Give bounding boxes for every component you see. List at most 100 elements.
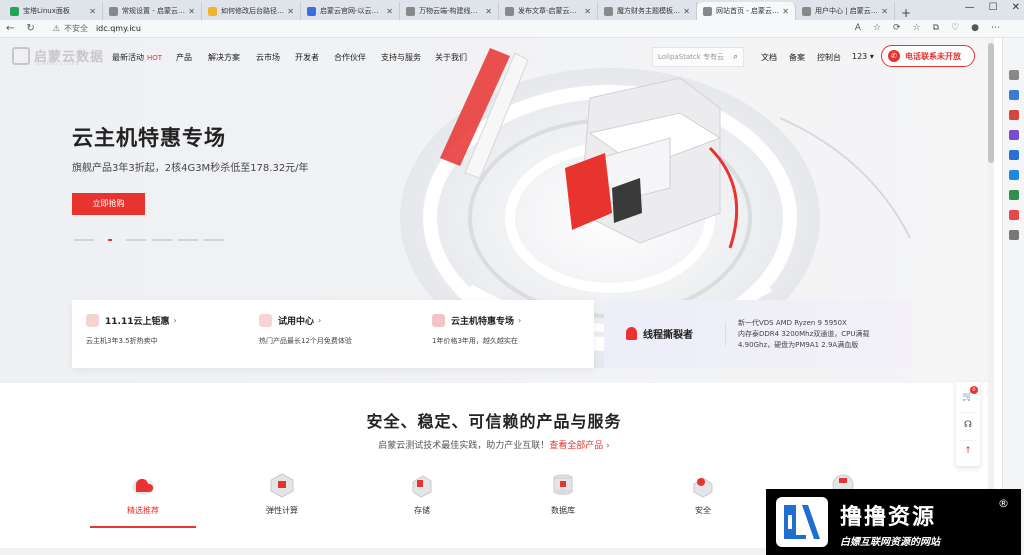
menu-item-solutions[interactable]: 解决方案 <box>208 52 240 63</box>
menu-item-activities[interactable]: 最新活动 HOT <box>112 52 162 63</box>
server-cube-icon <box>270 473 294 498</box>
products-subtitle-text: 启蒙云测试技术最佳实践，助力产业互联！ <box>378 441 550 451</box>
browser-tab[interactable]: 宝塔Linux面板 ✕ <box>4 2 103 20</box>
tab-favicon-icon <box>802 6 811 16</box>
hero-cta-button[interactable]: 立即抢购 <box>72 193 145 215</box>
menu-item-partners[interactable]: 合作伙伴 <box>334 52 366 63</box>
back-icon[interactable]: ← <box>6 23 14 34</box>
menu-item-marketplace[interactable]: 云市场 <box>256 52 280 63</box>
category-tab-compute[interactable]: 弹性计算 <box>229 472 335 516</box>
tab-close-icon[interactable]: ✕ <box>386 7 393 16</box>
new-tab-button[interactable]: + <box>897 6 915 20</box>
tab-close-icon[interactable]: ✕ <box>485 7 492 16</box>
browser-tab[interactable]: 用户中心 | 启蒙云测试 ✕ <box>796 2 895 20</box>
watermark-logo-icon <box>776 497 828 547</box>
carousel-dot[interactable] <box>178 239 198 241</box>
reload-icon[interactable]: ↻ <box>26 23 34 34</box>
all-products-link[interactable]: 查看全部产品 › <box>549 441 609 451</box>
back-to-top-icon[interactable]: ↑ <box>956 446 980 456</box>
close-icon[interactable]: ✕ <box>1012 2 1020 13</box>
extension-icon[interactable] <box>1009 210 1019 220</box>
tab-title: 发布文章-启蒙云论坛 <box>518 7 582 15</box>
tab-title: 万物云端-构建线上可 <box>419 7 483 15</box>
search-icon[interactable]: ⌕ <box>733 52 738 62</box>
menu-item-developers[interactable]: 开发者 <box>295 52 319 63</box>
category-tab-security[interactable]: 安全 <box>650 472 756 516</box>
tag-icon[interactable] <box>1009 90 1019 100</box>
headset-icon[interactable]: ☊ <box>956 420 980 430</box>
collections-icon[interactable]: ⧉ <box>933 23 939 33</box>
scroll-thumb[interactable] <box>988 43 994 163</box>
carousel-dot[interactable] <box>204 239 224 241</box>
star-icon[interactable]: ☆ <box>873 23 881 33</box>
browser-tab[interactable]: 魔方财务主题模板-控 ✕ <box>598 2 697 20</box>
browser-tab[interactable]: 启蒙云官网-以云与数 ✕ <box>301 2 400 20</box>
favorites-icon[interactable]: ☆ <box>913 23 921 33</box>
browser-tab[interactable]: 网站首页 - 启蒙云测试 ✕ <box>697 2 796 20</box>
profile-icon[interactable]: ● <box>971 23 979 33</box>
category-tab-database[interactable]: 数据库 <box>510 472 616 516</box>
menu-item-about[interactable]: 关于我们 <box>435 52 467 63</box>
security-label: 不安全 <box>63 24 88 33</box>
tab-list: 宝塔Linux面板 ✕ 常规设置 - 启蒙云数据 ✕ 如何修改后台路径-智 ✕ 启蒙云官网-… <box>4 2 895 20</box>
drop-icon[interactable] <box>1009 190 1019 200</box>
menu-item-support[interactable]: 支持与服务 <box>381 52 421 63</box>
site-logo[interactable]: 启蒙云数据 QIMENG CLOUD <box>12 46 104 66</box>
feature-promo[interactable]: 线程撕裂者 新一代VDS AMD Ryzen 9 5950X 内存泰DDR4 3… <box>604 300 913 368</box>
page-scrollbar[interactable] <box>988 38 994 555</box>
category-tab-storage[interactable]: 存储 <box>369 472 475 516</box>
storage-icon <box>412 475 432 498</box>
chevron-right-icon: › <box>518 316 522 325</box>
url-text[interactable]: idc.qmy.icu <box>96 24 141 33</box>
browser-tab[interactable]: 如何修改后台路径-智 ✕ <box>202 2 301 20</box>
tab-close-icon[interactable]: ✕ <box>287 7 294 16</box>
products-subtitle: 启蒙云测试技术最佳实践，助力产业互联！查看全部产品 › <box>0 438 988 451</box>
tab-close-icon[interactable]: ✕ <box>881 7 888 16</box>
outlook-icon[interactable] <box>1009 170 1019 180</box>
tab-favicon-icon <box>406 6 415 16</box>
browser-tab[interactable]: 万物云端-构建线上可 ✕ <box>400 2 499 20</box>
promo-card[interactable]: 11.11云上钜惠 › 云主机3年3.5折热卖中 <box>86 314 256 346</box>
add-icon[interactable] <box>1009 230 1019 240</box>
browser-tab[interactable]: 发布文章-启蒙云论坛 ✕ <box>499 2 598 20</box>
tab-close-icon[interactable]: ✕ <box>188 7 195 16</box>
category-tab-featured[interactable]: 精选推荐 <box>90 472 196 516</box>
link-console[interactable]: 控制台 <box>817 52 841 63</box>
minimize-icon[interactable]: — <box>965 2 975 13</box>
carousel-dot[interactable] <box>126 239 146 241</box>
toolbox-icon[interactable] <box>1009 110 1019 120</box>
people-icon[interactable] <box>1009 130 1019 140</box>
menu-item-products[interactable]: 产品 <box>176 52 192 63</box>
category-label: 弹性计算 <box>266 506 298 515</box>
carousel-dot[interactable] <box>152 239 172 241</box>
promo-card[interactable]: 云主机特惠专场 › 1年价格3年用，越久越实在 <box>432 314 602 346</box>
link-docs[interactable]: 文档 <box>761 52 777 63</box>
tab-close-icon[interactable]: ✕ <box>782 7 789 16</box>
contact-button[interactable]: ✆ 电话联系未开放 <box>881 45 975 67</box>
site-search-input[interactable]: LolipaStatck 专有云 ⌕ <box>652 47 744 67</box>
chevron-right-icon: › <box>173 316 177 325</box>
tab-close-icon[interactable]: ✕ <box>683 7 690 16</box>
office-icon[interactable] <box>1009 150 1019 160</box>
maximize-icon[interactable]: ☐ <box>989 2 998 13</box>
window-controls: — ☐ ✕ <box>965 2 1020 13</box>
tab-close-icon[interactable]: ✕ <box>89 7 96 16</box>
products-title: 安全、稳定、可信赖的产品与服务 <box>366 412 622 431</box>
url-field[interactable]: ⚠ 不安全 idc.qmy.icu <box>53 23 141 34</box>
browser-sidebar <box>1002 38 1024 555</box>
link-filing[interactable]: 备案 <box>789 52 805 63</box>
cart-icon[interactable]: 🛒 <box>956 392 980 402</box>
browser-tab[interactable]: 常规设置 - 启蒙云数据 ✕ <box>103 2 202 20</box>
read-aloud-icon[interactable]: A <box>855 23 861 33</box>
tab-close-icon[interactable]: ✕ <box>584 7 591 16</box>
more-icon[interactable]: ⋯ <box>991 23 1000 33</box>
promo-card[interactable]: 试用中心 › 热门产品最长12个月免费体验 <box>259 314 429 346</box>
carousel-dot[interactable] <box>108 239 112 241</box>
shield-icon[interactable]: ♡ <box>951 23 959 33</box>
carousel-dot[interactable] <box>74 239 94 241</box>
address-bar: ← ↻ ⚠ 不安全 idc.qmy.icu A ☆ ⟳ ☆ ⧉ ♡ ● ⋯ <box>0 20 1024 38</box>
search-placeholder: LolipaStatck 专有云 <box>658 53 725 61</box>
search-icon[interactable] <box>1009 70 1019 80</box>
user-menu[interactable]: 123 ▾ <box>852 52 874 61</box>
refresh-icon[interactable]: ⟳ <box>893 23 901 33</box>
